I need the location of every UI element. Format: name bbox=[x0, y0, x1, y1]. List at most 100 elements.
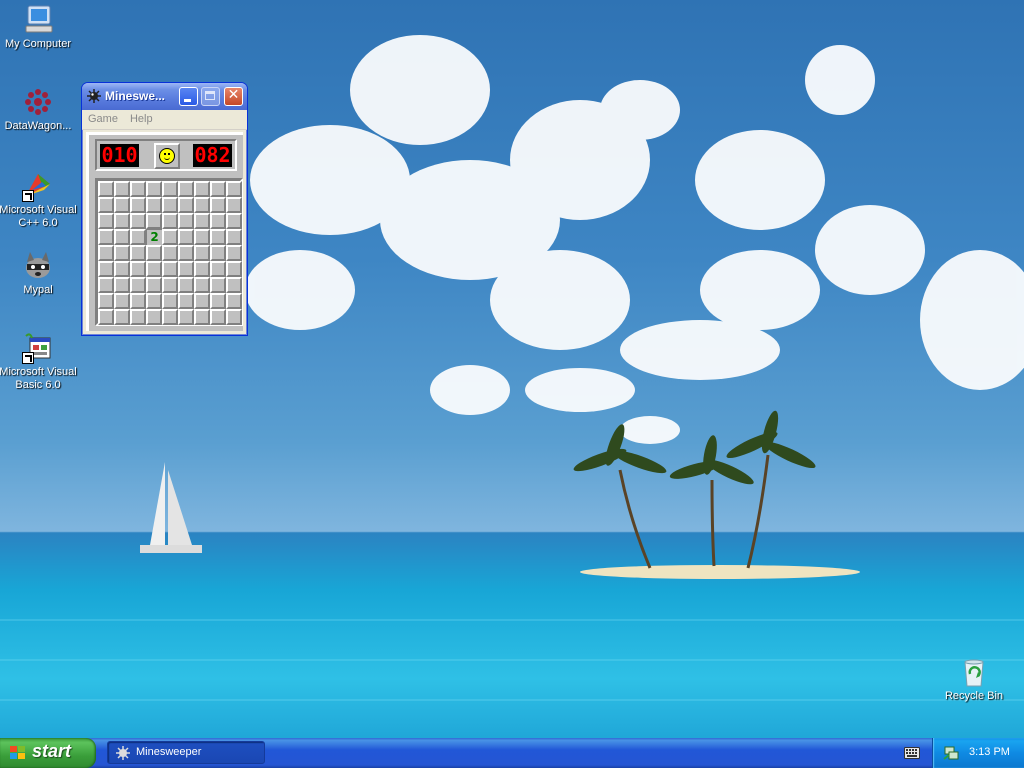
unrevealed-cell[interactable] bbox=[98, 181, 114, 197]
unrevealed-cell[interactable] bbox=[162, 277, 178, 293]
close-button[interactable]: ✕ bbox=[224, 87, 243, 106]
unrevealed-cell[interactable] bbox=[146, 277, 162, 293]
unrevealed-cell[interactable] bbox=[130, 181, 146, 197]
unrevealed-cell[interactable] bbox=[210, 261, 226, 277]
unrevealed-cell[interactable] bbox=[114, 277, 130, 293]
minefield-grid[interactable]: 2 bbox=[95, 178, 243, 326]
unrevealed-cell[interactable] bbox=[162, 245, 178, 261]
unrevealed-cell[interactable] bbox=[226, 229, 242, 245]
unrevealed-cell[interactable] bbox=[146, 261, 162, 277]
unrevealed-cell[interactable] bbox=[146, 309, 162, 325]
unrevealed-cell[interactable] bbox=[226, 293, 242, 309]
unrevealed-cell[interactable] bbox=[194, 293, 210, 309]
unrevealed-cell[interactable] bbox=[162, 197, 178, 213]
unrevealed-cell[interactable] bbox=[98, 197, 114, 213]
unrevealed-cell[interactable] bbox=[114, 261, 130, 277]
start-button[interactable]: start bbox=[0, 738, 96, 768]
unrevealed-cell[interactable] bbox=[178, 213, 194, 229]
minimize-button[interactable] bbox=[179, 87, 198, 106]
taskbar-item-minesweeper[interactable]: Minesweeper bbox=[107, 741, 265, 764]
unrevealed-cell[interactable] bbox=[178, 293, 194, 309]
unrevealed-cell[interactable] bbox=[162, 293, 178, 309]
unrevealed-cell[interactable] bbox=[210, 181, 226, 197]
unrevealed-cell[interactable] bbox=[130, 213, 146, 229]
unrevealed-cell[interactable] bbox=[194, 277, 210, 293]
unrevealed-cell[interactable] bbox=[178, 245, 194, 261]
unrevealed-cell[interactable] bbox=[114, 309, 130, 325]
unrevealed-cell[interactable] bbox=[98, 261, 114, 277]
unrevealed-cell[interactable] bbox=[226, 309, 242, 325]
unrevealed-cell[interactable] bbox=[98, 213, 114, 229]
revealed-cell[interactable]: 2 bbox=[146, 229, 162, 245]
unrevealed-cell[interactable] bbox=[130, 293, 146, 309]
unrevealed-cell[interactable] bbox=[194, 197, 210, 213]
desktop-icon-datawagon[interactable]: DataWagon... bbox=[0, 86, 78, 133]
unrevealed-cell[interactable] bbox=[98, 293, 114, 309]
desktop-icon-my-computer[interactable]: My Computer bbox=[0, 4, 78, 51]
unrevealed-cell[interactable] bbox=[162, 261, 178, 277]
desktop-icon-recycle-bin[interactable]: Recycle Bin bbox=[934, 656, 1014, 703]
keyboard-icon[interactable] bbox=[904, 747, 920, 759]
unrevealed-cell[interactable] bbox=[114, 181, 130, 197]
unrevealed-cell[interactable] bbox=[114, 197, 130, 213]
unrevealed-cell[interactable] bbox=[98, 245, 114, 261]
unrevealed-cell[interactable] bbox=[98, 277, 114, 293]
unrevealed-cell[interactable] bbox=[130, 261, 146, 277]
clock[interactable]: 3:13 PM bbox=[969, 746, 1010, 758]
unrevealed-cell[interactable] bbox=[130, 229, 146, 245]
unrevealed-cell[interactable] bbox=[194, 309, 210, 325]
unrevealed-cell[interactable] bbox=[162, 181, 178, 197]
unrevealed-cell[interactable] bbox=[226, 245, 242, 261]
unrevealed-cell[interactable] bbox=[194, 213, 210, 229]
unrevealed-cell[interactable] bbox=[146, 213, 162, 229]
unrevealed-cell[interactable] bbox=[98, 229, 114, 245]
desktop-icon-visual-basic[interactable]: Microsoft Visual Basic 6.0 bbox=[0, 332, 78, 392]
unrevealed-cell[interactable] bbox=[178, 229, 194, 245]
window-title-bar[interactable]: Mineswe... ✕ bbox=[82, 83, 247, 110]
unrevealed-cell[interactable] bbox=[178, 261, 194, 277]
unrevealed-cell[interactable] bbox=[130, 309, 146, 325]
unrevealed-cell[interactable] bbox=[146, 245, 162, 261]
unrevealed-cell[interactable] bbox=[178, 309, 194, 325]
unrevealed-cell[interactable] bbox=[114, 293, 130, 309]
unrevealed-cell[interactable] bbox=[226, 181, 242, 197]
unrevealed-cell[interactable] bbox=[178, 181, 194, 197]
unrevealed-cell[interactable] bbox=[178, 277, 194, 293]
unrevealed-cell[interactable] bbox=[146, 181, 162, 197]
unrevealed-cell[interactable] bbox=[226, 213, 242, 229]
unrevealed-cell[interactable] bbox=[178, 197, 194, 213]
unrevealed-cell[interactable] bbox=[146, 197, 162, 213]
unrevealed-cell[interactable] bbox=[194, 245, 210, 261]
unrevealed-cell[interactable] bbox=[130, 245, 146, 261]
unrevealed-cell[interactable] bbox=[226, 277, 242, 293]
unrevealed-cell[interactable] bbox=[226, 261, 242, 277]
unrevealed-cell[interactable] bbox=[210, 293, 226, 309]
unrevealed-cell[interactable] bbox=[114, 245, 130, 261]
unrevealed-cell[interactable] bbox=[98, 309, 114, 325]
unrevealed-cell[interactable] bbox=[194, 261, 210, 277]
menu-help[interactable]: Help bbox=[124, 110, 159, 128]
new-game-button[interactable] bbox=[154, 143, 180, 169]
menu-game[interactable]: Game bbox=[82, 110, 124, 128]
network-icon[interactable] bbox=[943, 745, 959, 761]
unrevealed-cell[interactable] bbox=[194, 229, 210, 245]
desktop-icon-mypal[interactable]: Mypal bbox=[0, 250, 78, 297]
unrevealed-cell[interactable] bbox=[130, 277, 146, 293]
unrevealed-cell[interactable] bbox=[114, 229, 130, 245]
desktop-icon-visual-cpp[interactable]: Microsoft Visual C++ 6.0 bbox=[0, 170, 78, 230]
unrevealed-cell[interactable] bbox=[162, 309, 178, 325]
unrevealed-cell[interactable] bbox=[194, 181, 210, 197]
unrevealed-cell[interactable] bbox=[114, 213, 130, 229]
unrevealed-cell[interactable] bbox=[162, 213, 178, 229]
unrevealed-cell[interactable] bbox=[210, 277, 226, 293]
minesweeper-window[interactable]: Mineswe... ✕ Game Help 010 082 2 bbox=[81, 82, 248, 336]
unrevealed-cell[interactable] bbox=[130, 197, 146, 213]
unrevealed-cell[interactable] bbox=[226, 197, 242, 213]
unrevealed-cell[interactable] bbox=[210, 309, 226, 325]
unrevealed-cell[interactable] bbox=[162, 229, 178, 245]
unrevealed-cell[interactable] bbox=[210, 245, 226, 261]
unrevealed-cell[interactable] bbox=[210, 229, 226, 245]
unrevealed-cell[interactable] bbox=[146, 293, 162, 309]
unrevealed-cell[interactable] bbox=[210, 197, 226, 213]
unrevealed-cell[interactable] bbox=[210, 213, 226, 229]
